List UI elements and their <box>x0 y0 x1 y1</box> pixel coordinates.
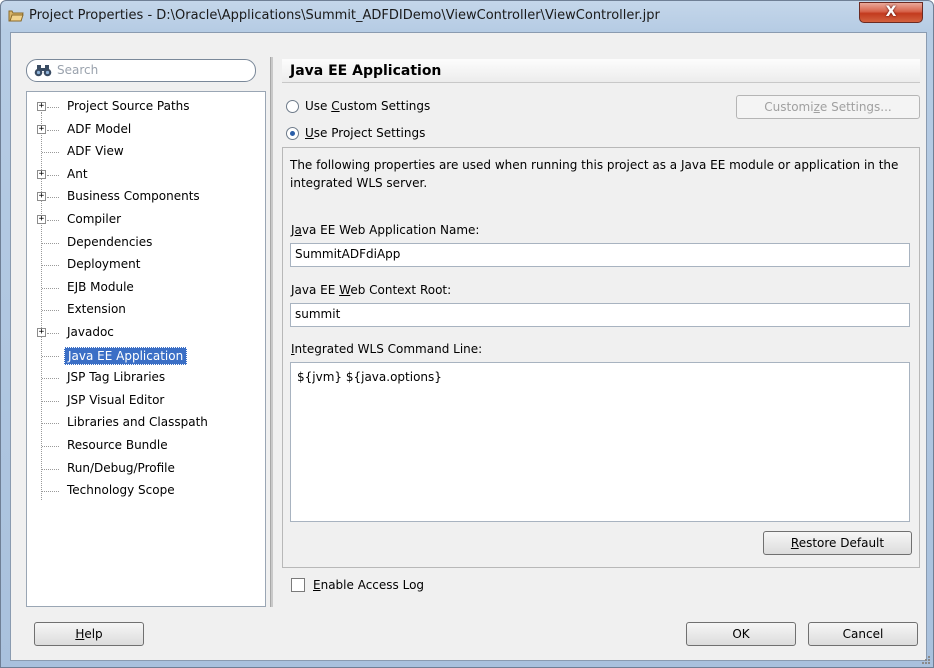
tree-connector <box>47 129 59 131</box>
checkbox-box[interactable] <box>291 578 305 592</box>
use-custom-settings-label: Use Custom Settings <box>305 99 431 113</box>
tree-connector <box>42 423 59 425</box>
project-icon <box>8 10 24 22</box>
tree-connector <box>47 174 59 176</box>
tree-item-label: JSP Tag Libraries <box>67 370 166 385</box>
web-app-name-value: SummitADFdiApp <box>295 247 401 261</box>
tree-item[interactable]: Technology Scope <box>27 480 265 502</box>
radio-indicator-custom[interactable] <box>286 99 299 113</box>
tree-connector <box>42 446 59 447</box>
tree-item-label: Run/Debug/Profile <box>67 460 175 475</box>
tree-connector <box>42 355 59 357</box>
tree-item[interactable]: + Compiler <box>27 209 265 231</box>
expand-icon[interactable]: + <box>37 192 46 202</box>
tree-connector <box>42 468 59 470</box>
cancel-button[interactable]: Cancel <box>808 622 918 646</box>
expand-icon[interactable]: + <box>37 124 46 134</box>
help-button[interactable]: Help <box>34 622 144 646</box>
tree-item-label: Libraries and Classpath <box>67 415 208 430</box>
context-root-label: Java EE Web Context Root: <box>291 283 452 297</box>
tree-item[interactable]: Resource Bundle <box>27 435 265 457</box>
tree-item-label: Extension <box>67 302 126 317</box>
tree-connector <box>42 287 59 289</box>
split-divider[interactable] <box>270 57 273 607</box>
category-tree[interactable]: + Project Source Paths + ADF Model ADF View +… <box>26 91 266 607</box>
binoculars-icon <box>34 65 52 77</box>
tree-item[interactable]: + Project Source Paths <box>27 96 265 118</box>
restore-default-button[interactable]: Restore Default <box>763 531 912 555</box>
tree-item-label: ADF View <box>67 144 124 159</box>
tree-item-label: Project Source Paths <box>67 99 190 113</box>
search-input[interactable] <box>57 62 247 78</box>
tree-item-label: JSP Visual Editor <box>67 392 165 407</box>
tree-connector <box>42 152 59 154</box>
tree-item-label: Dependencies <box>67 234 153 249</box>
context-root-value: summit <box>295 307 341 321</box>
tree-connector <box>42 265 59 267</box>
expand-icon[interactable]: + <box>37 328 46 337</box>
tree-item[interactable]: + Business Components <box>27 186 265 208</box>
tree-connector <box>42 242 59 244</box>
tree-connector <box>47 107 59 108</box>
tree-connector <box>47 197 59 199</box>
tree-item[interactable]: Extension <box>27 299 265 321</box>
tree-connector <box>42 400 59 402</box>
use-custom-settings-radio[interactable]: Use Custom Settings <box>286 97 430 115</box>
expand-icon[interactable]: + <box>37 215 46 224</box>
tree-item-label: Resource Bundle <box>67 438 168 452</box>
tree-item[interactable]: Run/Debug/Profile <box>27 458 265 480</box>
expand-icon[interactable]: + <box>37 169 46 179</box>
tree-item[interactable]: + Javadoc <box>27 322 265 344</box>
tree-connector <box>47 333 59 334</box>
tree-item[interactable]: Dependencies <box>27 232 265 254</box>
tree-item[interactable]: Libraries and Classpath <box>27 412 265 434</box>
radio-indicator-project[interactable] <box>286 126 299 140</box>
resize-grip-icon[interactable] <box>921 655 931 665</box>
command-line-textarea[interactable]: ${jvm} ${java.options} <box>290 362 910 522</box>
tree-item[interactable]: Deployment <box>27 254 265 276</box>
tree-item[interactable]: Java EE Application <box>27 345 265 367</box>
page-title: Java EE Application <box>282 59 920 83</box>
command-line-value: ${jvm} ${java.options} <box>297 370 442 384</box>
tree-connector <box>42 310 59 312</box>
tree-item-label: EJB Module <box>67 279 134 294</box>
use-project-settings-label: Use Project Settings <box>305 126 426 140</box>
settings-description: The following properties are used when r… <box>290 158 899 190</box>
expand-icon[interactable]: + <box>37 102 46 111</box>
title-bar[interactable]: Project Properties - D:\Oracle\Applicati… <box>1 1 933 31</box>
tree-connector <box>47 220 59 221</box>
window-title: Project Properties - D:\Oracle\Applicati… <box>29 8 660 23</box>
web-app-name-field[interactable]: SummitADFdiApp <box>290 243 910 267</box>
tree-item[interactable]: ADF View <box>27 141 265 163</box>
tree-connector <box>42 491 59 493</box>
tree-item-label: ADF Model <box>67 121 132 136</box>
close-button[interactable]: X <box>859 2 923 23</box>
customize-settings-button[interactable]: Customize Settings... <box>736 95 920 119</box>
tree-item[interactable]: JSP Visual Editor <box>27 390 265 412</box>
tree-item[interactable]: EJB Module <box>27 277 265 299</box>
web-app-name-label: Java EE Web Application Name: <box>291 223 480 237</box>
enable-access-log-label: Enable Access Log <box>313 578 425 592</box>
tree-item-label: Business Components <box>67 189 200 204</box>
tree-connector <box>42 378 59 380</box>
tree-item[interactable]: + ADF Model <box>27 119 265 141</box>
context-root-field[interactable]: summit <box>290 303 910 327</box>
tree-item-label: Ant <box>67 166 88 181</box>
tree-item-label: Javadoc <box>67 325 114 339</box>
use-project-settings-radio[interactable]: Use Project Settings <box>286 124 425 142</box>
search-box[interactable] <box>26 59 256 82</box>
tree-item-label: Technology Scope <box>67 483 175 498</box>
command-line-label: Integrated WLS Command Line: <box>291 342 483 356</box>
tree-item[interactable]: + Ant <box>27 164 265 186</box>
tree-item-label: Deployment <box>67 257 141 272</box>
enable-access-log-checkbox[interactable]: Enable Access Log <box>291 578 424 592</box>
tree-item[interactable]: JSP Tag Libraries <box>27 367 265 389</box>
tree-item-label: Compiler <box>67 212 122 226</box>
tree-item-label: Java EE Application <box>64 346 188 365</box>
ok-button[interactable]: OK <box>686 622 796 646</box>
close-icon: X <box>885 4 897 20</box>
